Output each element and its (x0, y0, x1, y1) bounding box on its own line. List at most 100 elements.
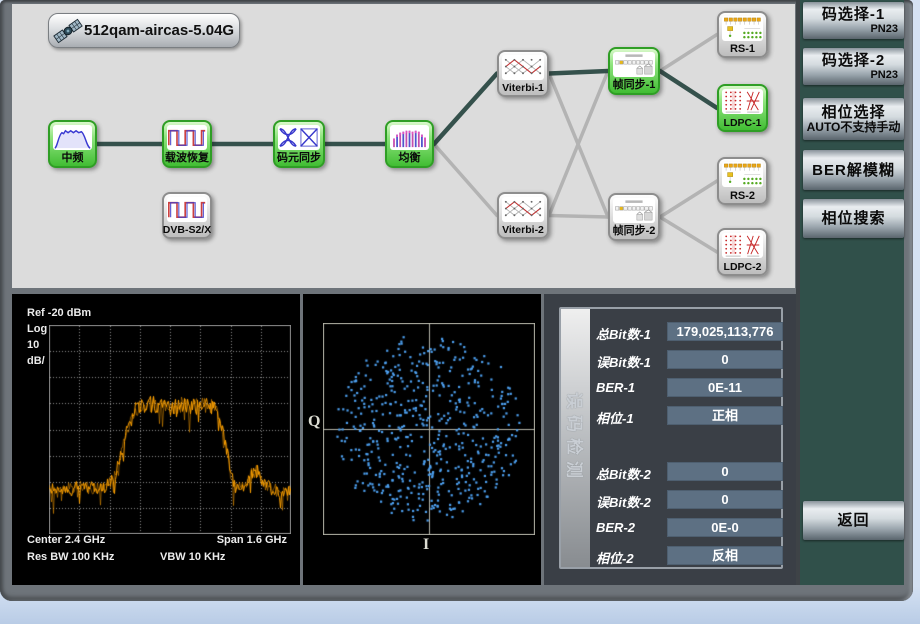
ber-row: 总Bit数-2 0 (561, 462, 781, 481)
sidebar-button-code-select-1[interactable]: 码选择-1PN23 (803, 2, 904, 39)
flow-block-carrier[interactable]: 载波恢复 (162, 120, 212, 168)
flow-block-label: RS-2 (715, 190, 770, 202)
ber-row-value: 179,025,113,776 (667, 322, 783, 341)
ber-row-label: 相位-1 (596, 408, 634, 427)
ber-row-value: 0 (667, 350, 783, 369)
sidebar-button-label: 返回 (837, 512, 869, 529)
frame-sync-icon (613, 198, 655, 223)
flow-link-vit1-fs1 (549, 71, 608, 74)
flow-block-label: 帧同步-2 (606, 222, 662, 238)
ber-row: 总Bit数-1 179,025,113,776 (561, 322, 781, 341)
sidebar: 码选择-1PN23码选择-2PN23相位选择AUTO不支持手动BER解模糊相位搜… (796, 0, 904, 585)
sidebar-button-label: BER解模糊 (812, 162, 895, 179)
sidebar-button-label: 码选择-1 (822, 6, 885, 23)
sidebar-button-phase-search[interactable]: 相位搜索 (803, 199, 904, 238)
sidebar-button-phase-select[interactable]: 相位选择AUTO不支持手动 (803, 98, 904, 140)
ref-level-label: Ref -20 dBm (27, 307, 91, 319)
flow-block-dvb[interactable]: DVB-S2/X (162, 192, 212, 239)
ber-row-label: 误Bit数-2 (596, 492, 651, 511)
ber-row-value: 0E-0 (667, 518, 783, 537)
flow-block-vit2[interactable]: Viterbi-2 (497, 192, 549, 239)
flow-block-rs2[interactable]: RS-2 (717, 157, 768, 205)
square-wave-icon (167, 197, 207, 222)
eye-diagram-icon (278, 125, 320, 150)
flow-block-ldpc1[interactable]: LDPC-1 (717, 84, 768, 132)
flow-block-fs2[interactable]: 帧同步-2 (608, 193, 660, 241)
sidebar-button-code-select-2[interactable]: 码选择-2PN23 (803, 48, 904, 85)
ber-row-label: BER-2 (596, 520, 635, 535)
constellation-plot (323, 323, 535, 535)
flow-diagram-panel: 中频 载波恢复 码元同步均衡 DVB-S2/X Viterbi-1 Viterbi-2 帧同… (12, 4, 795, 288)
i-axis-label: I (423, 536, 429, 554)
flow-block-label: Viterbi-2 (495, 224, 551, 236)
frame-sync-icon (613, 52, 655, 77)
flow-block-label: LDPC-1 (715, 117, 770, 129)
if-spectrum-icon (53, 125, 92, 150)
log-label: Log (27, 323, 47, 335)
ber-panel: 误码检测 总Bit数-1179,025,113,776误Bit数-10BER-1… (544, 294, 796, 585)
flow-block-rs1[interactable]: RS-1 (717, 11, 768, 58)
ber-row-label: 总Bit数-1 (596, 324, 651, 343)
flow-block-label: 载波恢复 (160, 149, 214, 165)
flow-block-ldpc2[interactable]: LDPC-2 (717, 228, 768, 276)
q-axis-label: Q (308, 413, 320, 431)
sidebar-button-label: 相位搜索 (821, 210, 885, 227)
span-label: Span 1.6 GHz (217, 534, 287, 546)
spectrum-panel: Ref -20 dBm Log 10 dB/ Center 2.4 GHz Sp… (12, 294, 300, 585)
sidebar-button-label: 相位选择 (821, 104, 885, 121)
ber-row-label: 误Bit数-1 (596, 352, 651, 371)
ber-row-value: 反相 (667, 546, 783, 565)
equalizer-bars-icon (390, 125, 429, 150)
trellis-icon (502, 55, 544, 80)
square-wave-icon (167, 125, 207, 150)
flow-block-if[interactable]: 中频 (48, 120, 97, 168)
ber-row: 相位-1 正相 (561, 406, 781, 425)
sidebar-button-ber-disambiguate[interactable]: BER解模糊 (803, 150, 904, 190)
sidebar-button-back[interactable]: 返回 (803, 501, 904, 540)
ber-row: BER-1 0E-11 (561, 378, 781, 397)
ldpc-icon (722, 233, 763, 258)
flow-block-label: 均衡 (383, 149, 436, 165)
ber-row-label: BER-1 (596, 380, 635, 395)
flow-link-fs2-ldpc2 (660, 217, 717, 252)
flow-link-vit2-fs2 (549, 216, 608, 218)
flow-block-fs1[interactable]: 帧同步-1 (608, 47, 660, 95)
ber-row-value: 0 (667, 490, 783, 509)
flow-link-fs1-ldpc1 (660, 71, 717, 108)
constellation-panel: Q I (303, 294, 541, 585)
rs-code-icon (722, 162, 763, 187)
ber-row: 误Bit数-2 0 (561, 490, 781, 509)
ber-row-value: 0E-11 (667, 378, 783, 397)
ber-box: 误码检测 总Bit数-1179,025,113,776误Bit数-10BER-1… (559, 307, 783, 569)
ldpc-icon (722, 89, 763, 114)
flow-link-eq-vit2 (434, 144, 497, 216)
signal-source-button[interactable]: 512qam-aircas-5.04G (48, 13, 240, 48)
satellite-icon (53, 16, 83, 46)
flow-link-eq-vit1 (434, 74, 497, 145)
rbw-label: Res BW 100 KHz (27, 551, 114, 563)
flow-block-label: RS-1 (715, 43, 770, 55)
rs-code-icon (722, 16, 763, 41)
flow-link-fs2-rs2 (660, 181, 717, 217)
flow-block-eq[interactable]: 均衡 (385, 120, 434, 168)
ber-row: BER-2 0E-0 (561, 518, 781, 537)
ber-row-value: 0 (667, 462, 783, 481)
flow-block-label: DVB-S2/X (160, 224, 214, 236)
ber-row-label: 总Bit数-2 (596, 464, 651, 483)
flow-block-symsync[interactable]: 码元同步 (273, 120, 325, 168)
ber-row: 相位-2 反相 (561, 546, 781, 565)
vbw-label: VBW 10 KHz (160, 551, 225, 563)
ber-row-value: 正相 (667, 406, 783, 425)
sidebar-button-sublabel: PN23 (803, 69, 904, 82)
screen: 中频 载波恢复 码元同步均衡 DVB-S2/X Viterbi-1 Viterbi-2 帧同… (0, 0, 920, 624)
db-per-div-label: dB/ (27, 355, 45, 367)
flow-block-vit1[interactable]: Viterbi-1 (497, 50, 549, 97)
spectrum-plot (49, 325, 291, 534)
sidebar-button-label: 码选择-2 (822, 52, 885, 69)
scale-label: 10 (27, 339, 39, 351)
flow-block-label: Viterbi-1 (495, 82, 551, 94)
center-freq-label: Center 2.4 GHz (27, 534, 105, 546)
flow-block-label: 中频 (46, 149, 99, 165)
ber-row-label: 相位-2 (596, 548, 634, 567)
signal-source-label: 512qam-aircas-5.04G (84, 22, 234, 39)
